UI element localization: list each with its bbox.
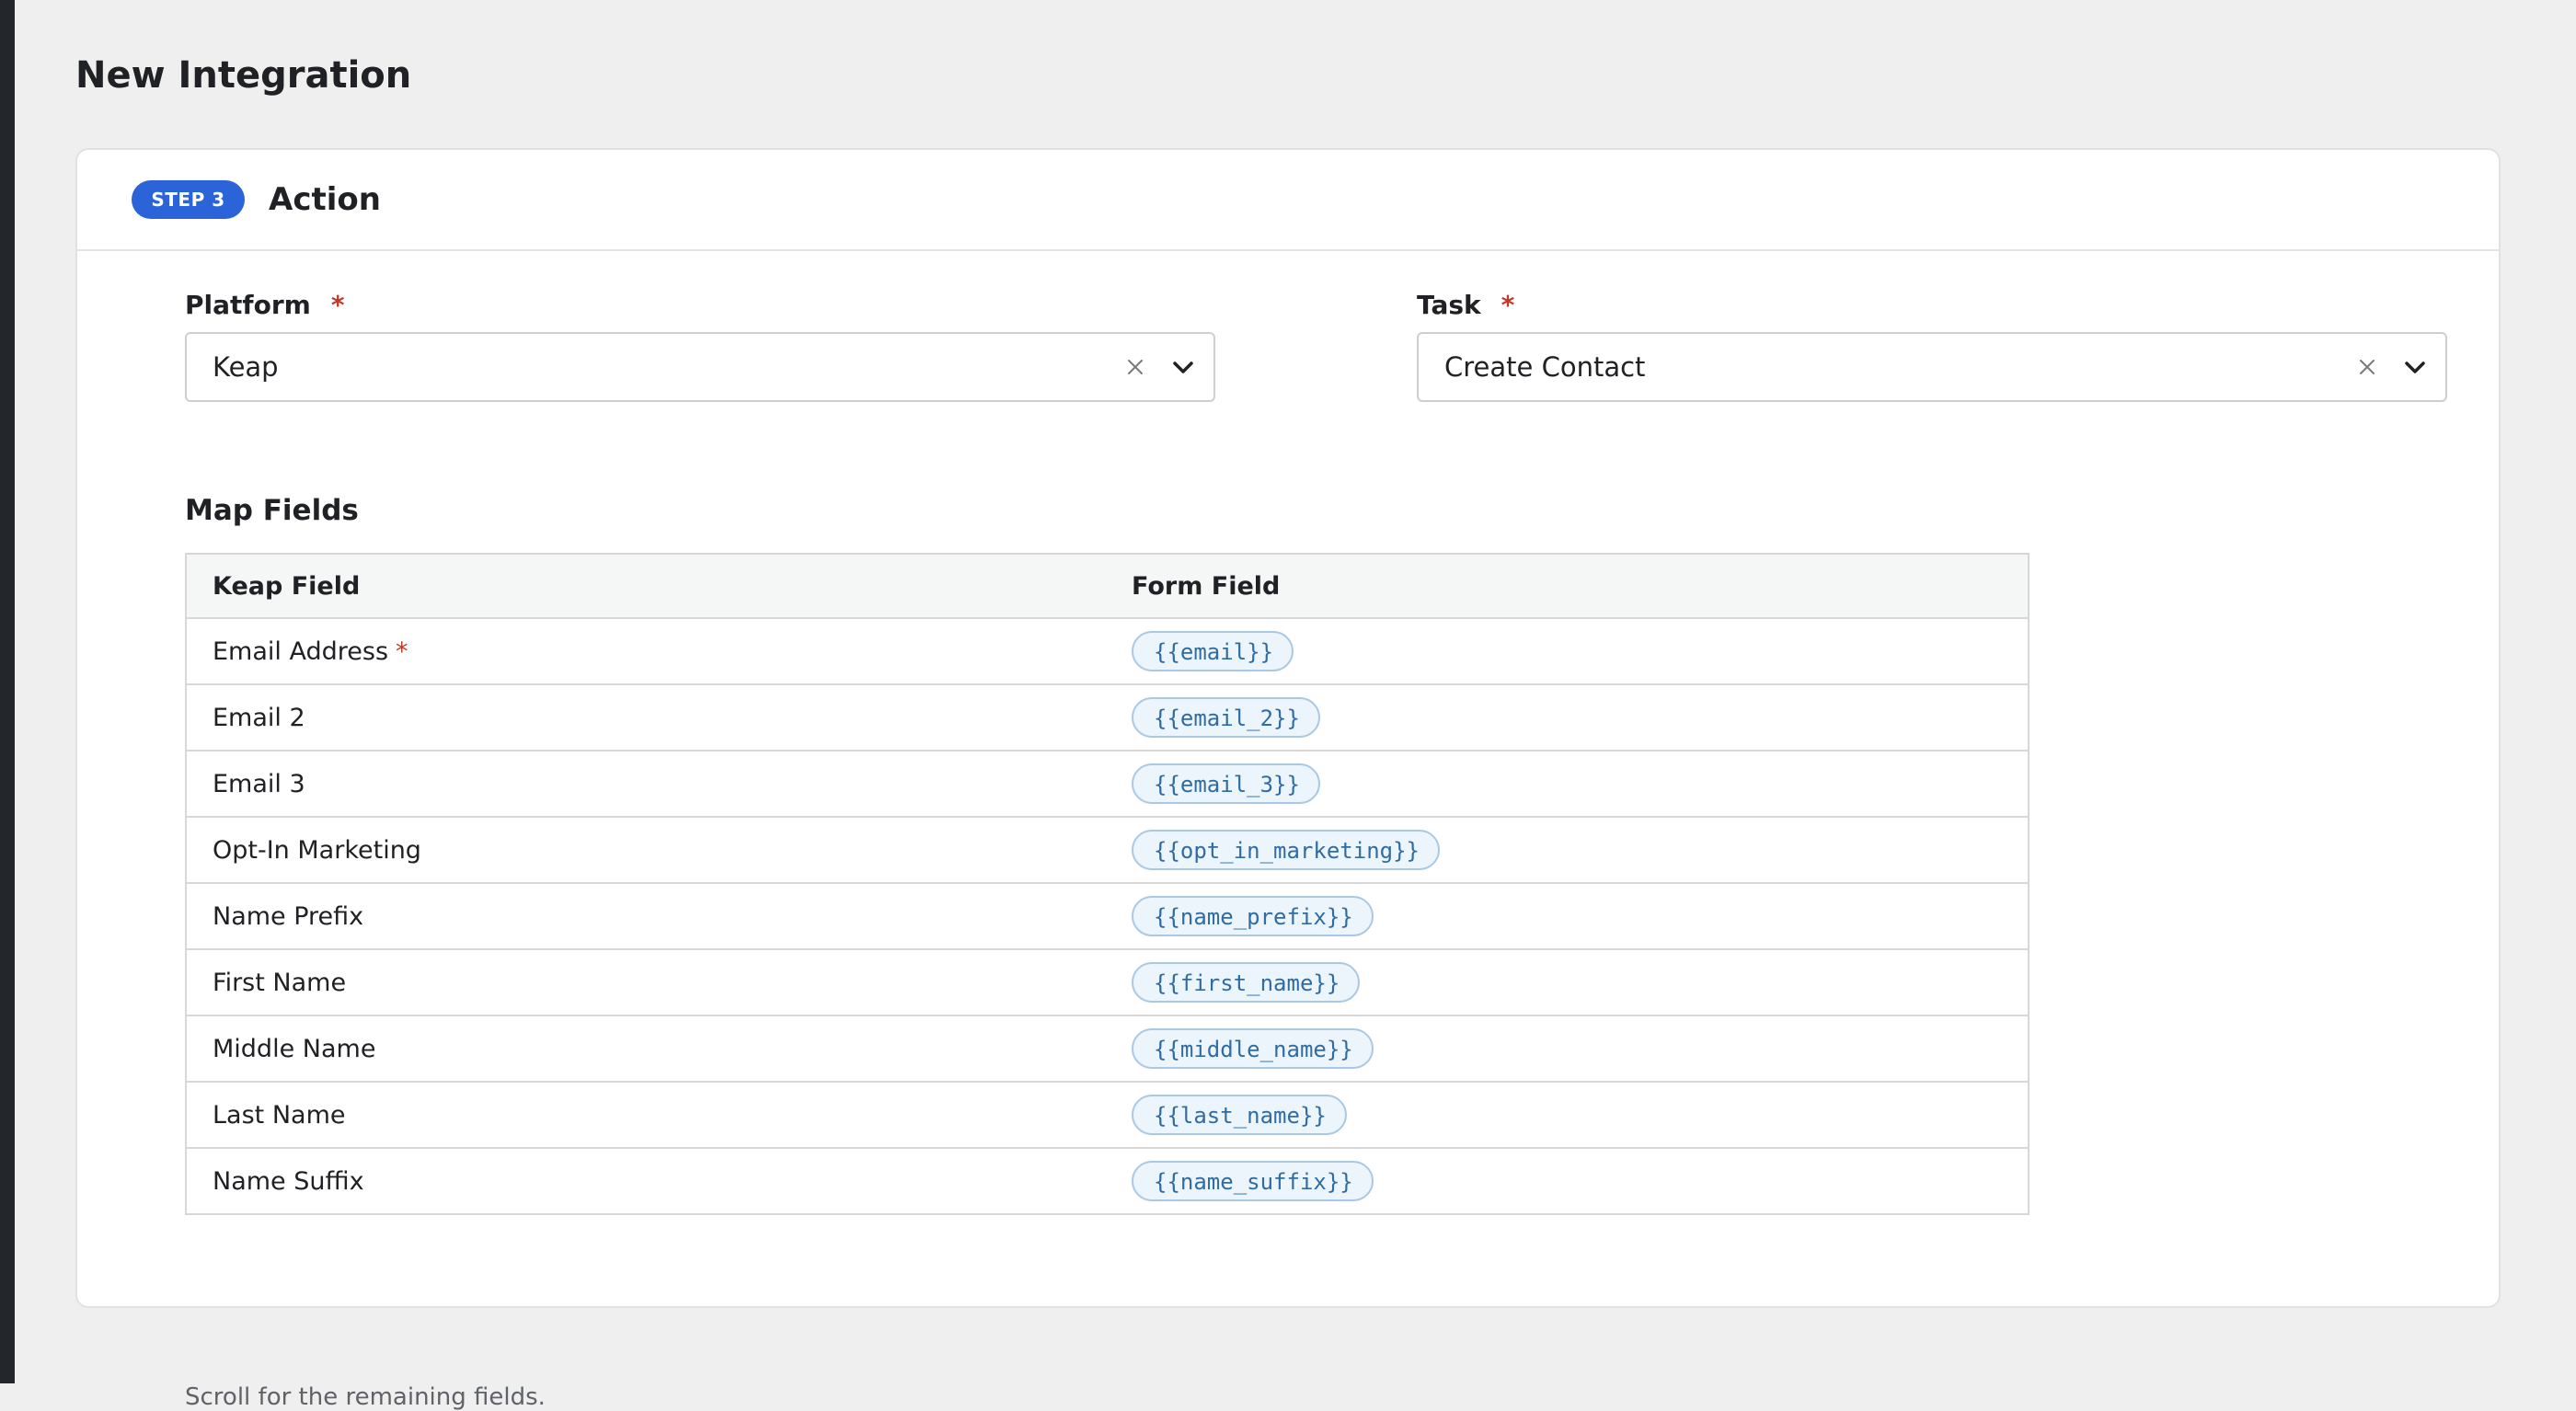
table-row: Name Prefix {{name_prefix}} <box>185 882 2030 950</box>
keap-field-label: Email 3 <box>213 769 305 798</box>
table-header-row: Keap Field Form Field <box>185 553 2030 619</box>
table-row: Opt-In Marketing {{opt_in_marketing}} <box>185 816 2030 884</box>
table-row: Email 2 {{email_2}} <box>185 683 2030 751</box>
table-row: Last Name {{last_name}} <box>185 1081 2030 1149</box>
card-header: STEP 3 Action <box>77 150 2499 251</box>
table-row: First Name {{first_name}} <box>185 948 2030 1016</box>
platform-label: Platform * <box>185 288 1215 321</box>
map-fields-title: Map Fields <box>185 494 359 527</box>
form-field-cell: {{email}} <box>1106 617 2030 685</box>
keap-field-cell: Last Name <box>185 1081 1106 1149</box>
form-field-cell: {{name_prefix}} <box>1106 882 2030 950</box>
form-field-token[interactable]: {{middle_name}} <box>1132 1028 1374 1069</box>
form-field-token[interactable]: {{email_2}} <box>1132 697 1320 738</box>
keap-field-label: Last Name <box>213 1100 346 1130</box>
integration-card: STEP 3 Action Platform * Keap Task * Cre… <box>75 148 2501 1411</box>
column-header-keap-field: Keap Field <box>185 553 1106 619</box>
step-title: Action <box>269 181 381 218</box>
form-field-cell: {{opt_in_marketing}} <box>1106 816 2030 884</box>
task-select-value: Create Contact <box>1444 351 1646 383</box>
form-field-cell: {{first_name}} <box>1106 948 2030 1016</box>
keap-field-label: Middle Name <box>213 1034 376 1063</box>
keap-field-cell: First Name <box>185 948 1106 1016</box>
keap-field-cell: Middle Name <box>185 1015 1106 1083</box>
form-field-cell: {{middle_name}} <box>1106 1015 2030 1083</box>
keap-field-cell: Name Prefix <box>185 882 1106 950</box>
window-edge <box>0 0 15 1383</box>
page-title: New Integration <box>75 54 412 97</box>
keap-field-cell: Email 2 <box>185 683 1106 751</box>
platform-field: Platform * Keap <box>185 288 1215 402</box>
form-field-token[interactable]: {{name_prefix}} <box>1132 896 1374 936</box>
form-field-token[interactable]: {{first_name}} <box>1132 962 1361 1003</box>
task-field: Task * Create Contact <box>1417 288 2447 402</box>
keap-field-cell: Email Address * <box>185 617 1106 685</box>
chevron-down-icon[interactable] <box>2401 353 2429 381</box>
scroll-hint: Scroll for the remaining fields. <box>185 1383 546 1411</box>
form-field-token[interactable]: {{last_name}} <box>1132 1095 1347 1135</box>
required-indicator: * <box>396 637 408 666</box>
keap-field-label: First Name <box>213 968 347 997</box>
table-row: Name Suffix {{name_suffix}} <box>185 1147 2030 1215</box>
step-badge: STEP 3 <box>132 180 245 219</box>
form-field-cell: {{email_3}} <box>1106 750 2030 818</box>
chevron-down-icon[interactable] <box>1169 353 1197 381</box>
platform-select-value: Keap <box>213 351 279 383</box>
keap-field-cell: Email 3 <box>185 750 1106 818</box>
close-icon[interactable] <box>2357 357 2377 377</box>
form-field-token[interactable]: {{email}} <box>1132 631 1294 671</box>
form-field-cell: {{last_name}} <box>1106 1081 2030 1149</box>
close-icon[interactable] <box>1125 357 1145 377</box>
column-header-form-field: Form Field <box>1106 553 2030 619</box>
task-select[interactable]: Create Contact <box>1417 332 2447 402</box>
keap-field-label: Email 2 <box>213 703 305 732</box>
table-row: Email 3 {{email_3}} <box>185 750 2030 818</box>
table-row: Email Address * {{email}} <box>185 617 2030 685</box>
form-field-token[interactable]: {{name_suffix}} <box>1132 1161 1374 1201</box>
required-indicator: * <box>330 289 345 320</box>
keap-field-label: Opt-In Marketing <box>213 835 421 865</box>
platform-select[interactable]: Keap <box>185 332 1215 402</box>
map-fields-table: Keap Field Form Field Email Address * {{e… <box>185 553 2030 1215</box>
keap-field-cell: Name Suffix <box>185 1147 1106 1215</box>
table-row: Middle Name {{middle_name}} <box>185 1015 2030 1083</box>
form-field-cell: {{email_2}} <box>1106 683 2030 751</box>
form-field-cell: {{name_suffix}} <box>1106 1147 2030 1215</box>
required-indicator: * <box>1501 289 1515 320</box>
keap-field-label: Name Prefix <box>213 901 364 931</box>
keap-field-label: Name Suffix <box>213 1166 364 1196</box>
task-label-text: Task <box>1417 289 1481 320</box>
keap-field-cell: Opt-In Marketing <box>185 816 1106 884</box>
form-field-token[interactable]: {{opt_in_marketing}} <box>1132 830 1440 870</box>
task-label: Task * <box>1417 288 2447 321</box>
keap-field-label: Email Address <box>213 637 389 666</box>
form-field-token[interactable]: {{email_3}} <box>1132 763 1320 804</box>
platform-label-text: Platform <box>185 289 311 320</box>
